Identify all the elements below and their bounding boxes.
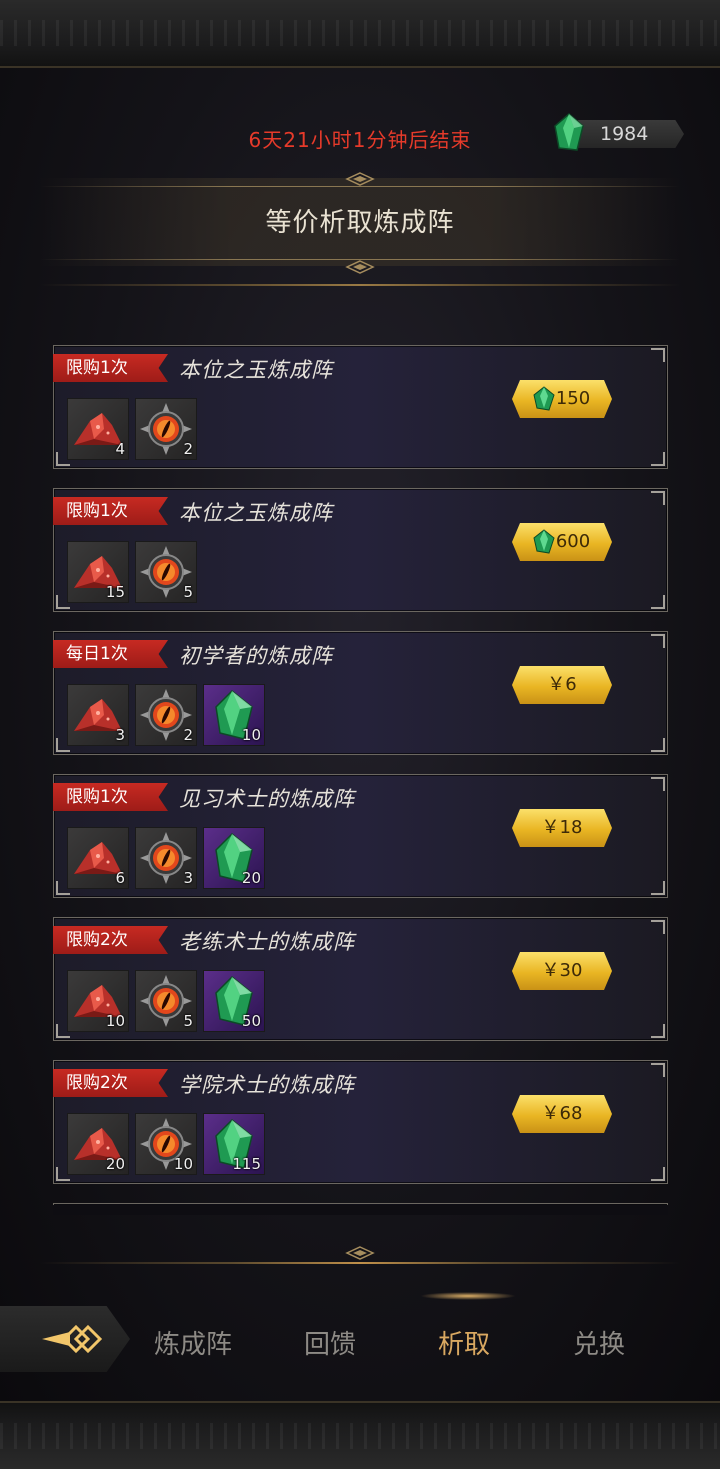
price-label: ￥68 <box>541 1103 583 1124</box>
reward-item[interactable]: 2 <box>135 398 197 460</box>
offer-card: 限购1次 本位之玉炼成阵 15 5 600 <box>53 488 668 612</box>
back-button[interactable] <box>0 1306 130 1372</box>
offer-name: 见习术士的炼成阵 <box>179 787 355 811</box>
offer-name: 初学者的炼成阵 <box>179 644 333 668</box>
offer-card: 限购1次 本位之玉炼成阵 4 2 150 <box>53 345 668 469</box>
offer-name: 老练术士的炼成阵 <box>179 930 355 954</box>
buy-button[interactable]: ￥18 <box>512 809 612 847</box>
buy-button[interactable]: ￥68 <box>512 1095 612 1133</box>
currency-amount: 1984 <box>600 123 649 145</box>
item-quantity: 20 <box>105 1155 125 1173</box>
ornament-icon <box>345 1246 375 1260</box>
reward-item[interactable]: 6 <box>67 827 129 889</box>
bottom-frame <box>0 1401 720 1469</box>
offer-name: 本位之玉炼成阵 <box>179 501 333 525</box>
list-clip <box>53 1205 668 1215</box>
offer-name: 本位之玉炼成阵 <box>179 358 333 382</box>
reward-item[interactable]: 15 <box>67 541 129 603</box>
reward-item[interactable]: 115 <box>203 1113 265 1175</box>
limit-tag: 限购1次 <box>53 783 168 811</box>
offer-card: 限购2次 学院术士的炼成阵 20 10 115 ￥68 <box>53 1060 668 1184</box>
buy-button[interactable]: 600 <box>512 523 612 561</box>
reward-item[interactable]: 4 <box>67 398 129 460</box>
price-label: ￥18 <box>541 817 583 838</box>
tab-extract[interactable]: 析取 <box>438 1324 490 1361</box>
item-quantity: 4 <box>115 440 125 458</box>
price-label: ￥30 <box>541 960 583 981</box>
reward-item[interactable]: 10 <box>67 970 129 1032</box>
tab-alchemy[interactable]: 炼成阵 <box>154 1324 232 1361</box>
reward-item[interactable]: 20 <box>203 827 265 889</box>
item-quantity: 2 <box>183 726 193 744</box>
item-quantity: 5 <box>183 583 193 601</box>
top-frame <box>0 0 720 68</box>
buy-button[interactable]: 150 <box>512 380 612 418</box>
reward-item[interactable]: 50 <box>203 970 265 1032</box>
item-quantity: 10 <box>105 1012 125 1030</box>
price-label: 150 <box>555 388 591 409</box>
item-quantity: 10 <box>241 726 261 744</box>
limit-tag: 每日1次 <box>53 640 168 668</box>
back-arrow-icon <box>42 1324 103 1354</box>
offer-card: 限购1次 见习术士的炼成阵 6 3 20 ￥18 <box>53 774 668 898</box>
item-quantity: 3 <box>183 869 193 887</box>
price-label: 600 <box>555 531 591 552</box>
offer-name: 学院术士的炼成阵 <box>179 1073 355 1097</box>
title-banner: 等价析取炼成阵 <box>40 172 680 274</box>
item-quantity: 5 <box>183 1012 193 1030</box>
reward-item[interactable]: 3 <box>67 684 129 746</box>
item-quantity: 20 <box>241 869 261 887</box>
buy-button[interactable]: ￥6 <box>512 666 612 704</box>
limit-tag: 限购1次 <box>53 354 168 382</box>
item-quantity: 2 <box>183 440 193 458</box>
reward-item[interactable]: 10 <box>203 684 265 746</box>
reward-item[interactable]: 2 <box>135 684 197 746</box>
bottom-nav: 炼成阵 回馈 析取 兑换 <box>0 1292 720 1378</box>
reward-item[interactable]: 20 <box>67 1113 129 1175</box>
ornament-icon <box>345 172 375 186</box>
ornament-icon <box>345 260 375 274</box>
buy-button[interactable]: ￥30 <box>512 952 612 990</box>
tab-rewards[interactable]: 回馈 <box>304 1324 356 1361</box>
active-tab-glow <box>420 1292 516 1300</box>
limit-tag: 限购2次 <box>53 926 168 954</box>
price-label: ￥6 <box>547 674 577 695</box>
offer-card: 每日1次 初学者的炼成阵 3 2 10 ￥6 <box>53 631 668 755</box>
currency-display: 1984 <box>554 113 684 151</box>
offer-list[interactable]: 限购1次 本位之玉炼成阵 4 2 150 限购1次 本位之玉炼成阵 15 5 600 每日1次 初学者… <box>53 345 668 1213</box>
reward-item[interactable]: 3 <box>135 827 197 889</box>
green-crystal-icon <box>554 113 584 151</box>
item-quantity: 15 <box>105 583 125 601</box>
offer-card: 限购2次 老练术士的炼成阵 10 5 50 ￥30 <box>53 917 668 1041</box>
item-quantity: 115 <box>232 1155 261 1173</box>
tab-exchange[interactable]: 兑换 <box>573 1324 625 1361</box>
item-quantity: 3 <box>115 726 125 744</box>
reward-item[interactable]: 5 <box>135 541 197 603</box>
nav-divider <box>40 1262 680 1264</box>
item-quantity: 6 <box>115 869 125 887</box>
item-quantity: 50 <box>241 1012 261 1030</box>
reward-item[interactable]: 5 <box>135 970 197 1032</box>
divider <box>40 284 680 286</box>
limit-tag: 限购2次 <box>53 1069 168 1097</box>
page-title: 等价析取炼成阵 <box>265 208 455 238</box>
item-quantity: 10 <box>173 1155 193 1173</box>
limit-tag: 限购1次 <box>53 497 168 525</box>
reward-item[interactable]: 10 <box>135 1113 197 1175</box>
